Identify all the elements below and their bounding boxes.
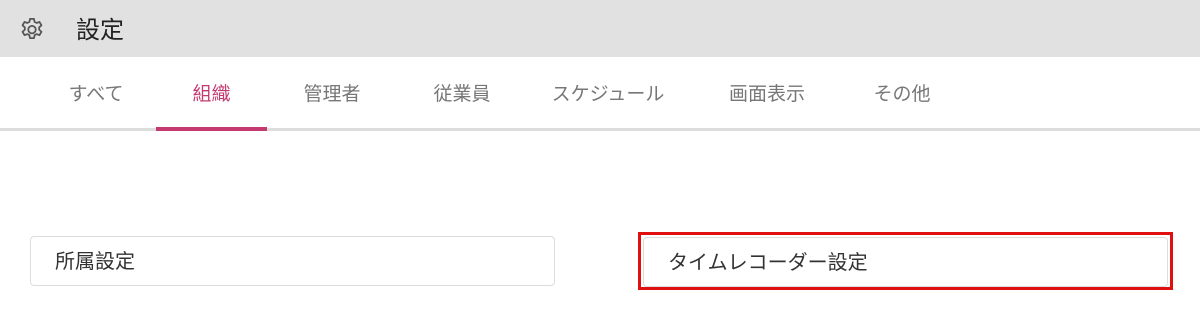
gear-icon (21, 18, 43, 40)
settings-header: 設定 (0, 0, 1200, 57)
active-tab-indicator (156, 127, 267, 131)
tab-display[interactable]: 画面表示 (712, 57, 822, 131)
tab-schedule[interactable]: スケジュール (548, 57, 668, 131)
tab-all[interactable]: すべて (56, 57, 136, 131)
tab-employee[interactable]: 従業員 (412, 57, 512, 131)
tab-admin[interactable]: 管理者 (282, 57, 382, 131)
page-title: 設定 (76, 16, 124, 44)
time-recorder-settings-card[interactable]: タイムレコーダー設定 (643, 237, 1168, 287)
affiliation-settings-card[interactable]: 所属設定 (30, 236, 555, 286)
tab-other[interactable]: その他 (860, 57, 944, 131)
tab-organization[interactable]: 組織 (156, 57, 267, 131)
settings-tabs: すべて 組織 管理者 従業員 スケジュール 画面表示 その他 (0, 57, 1200, 131)
